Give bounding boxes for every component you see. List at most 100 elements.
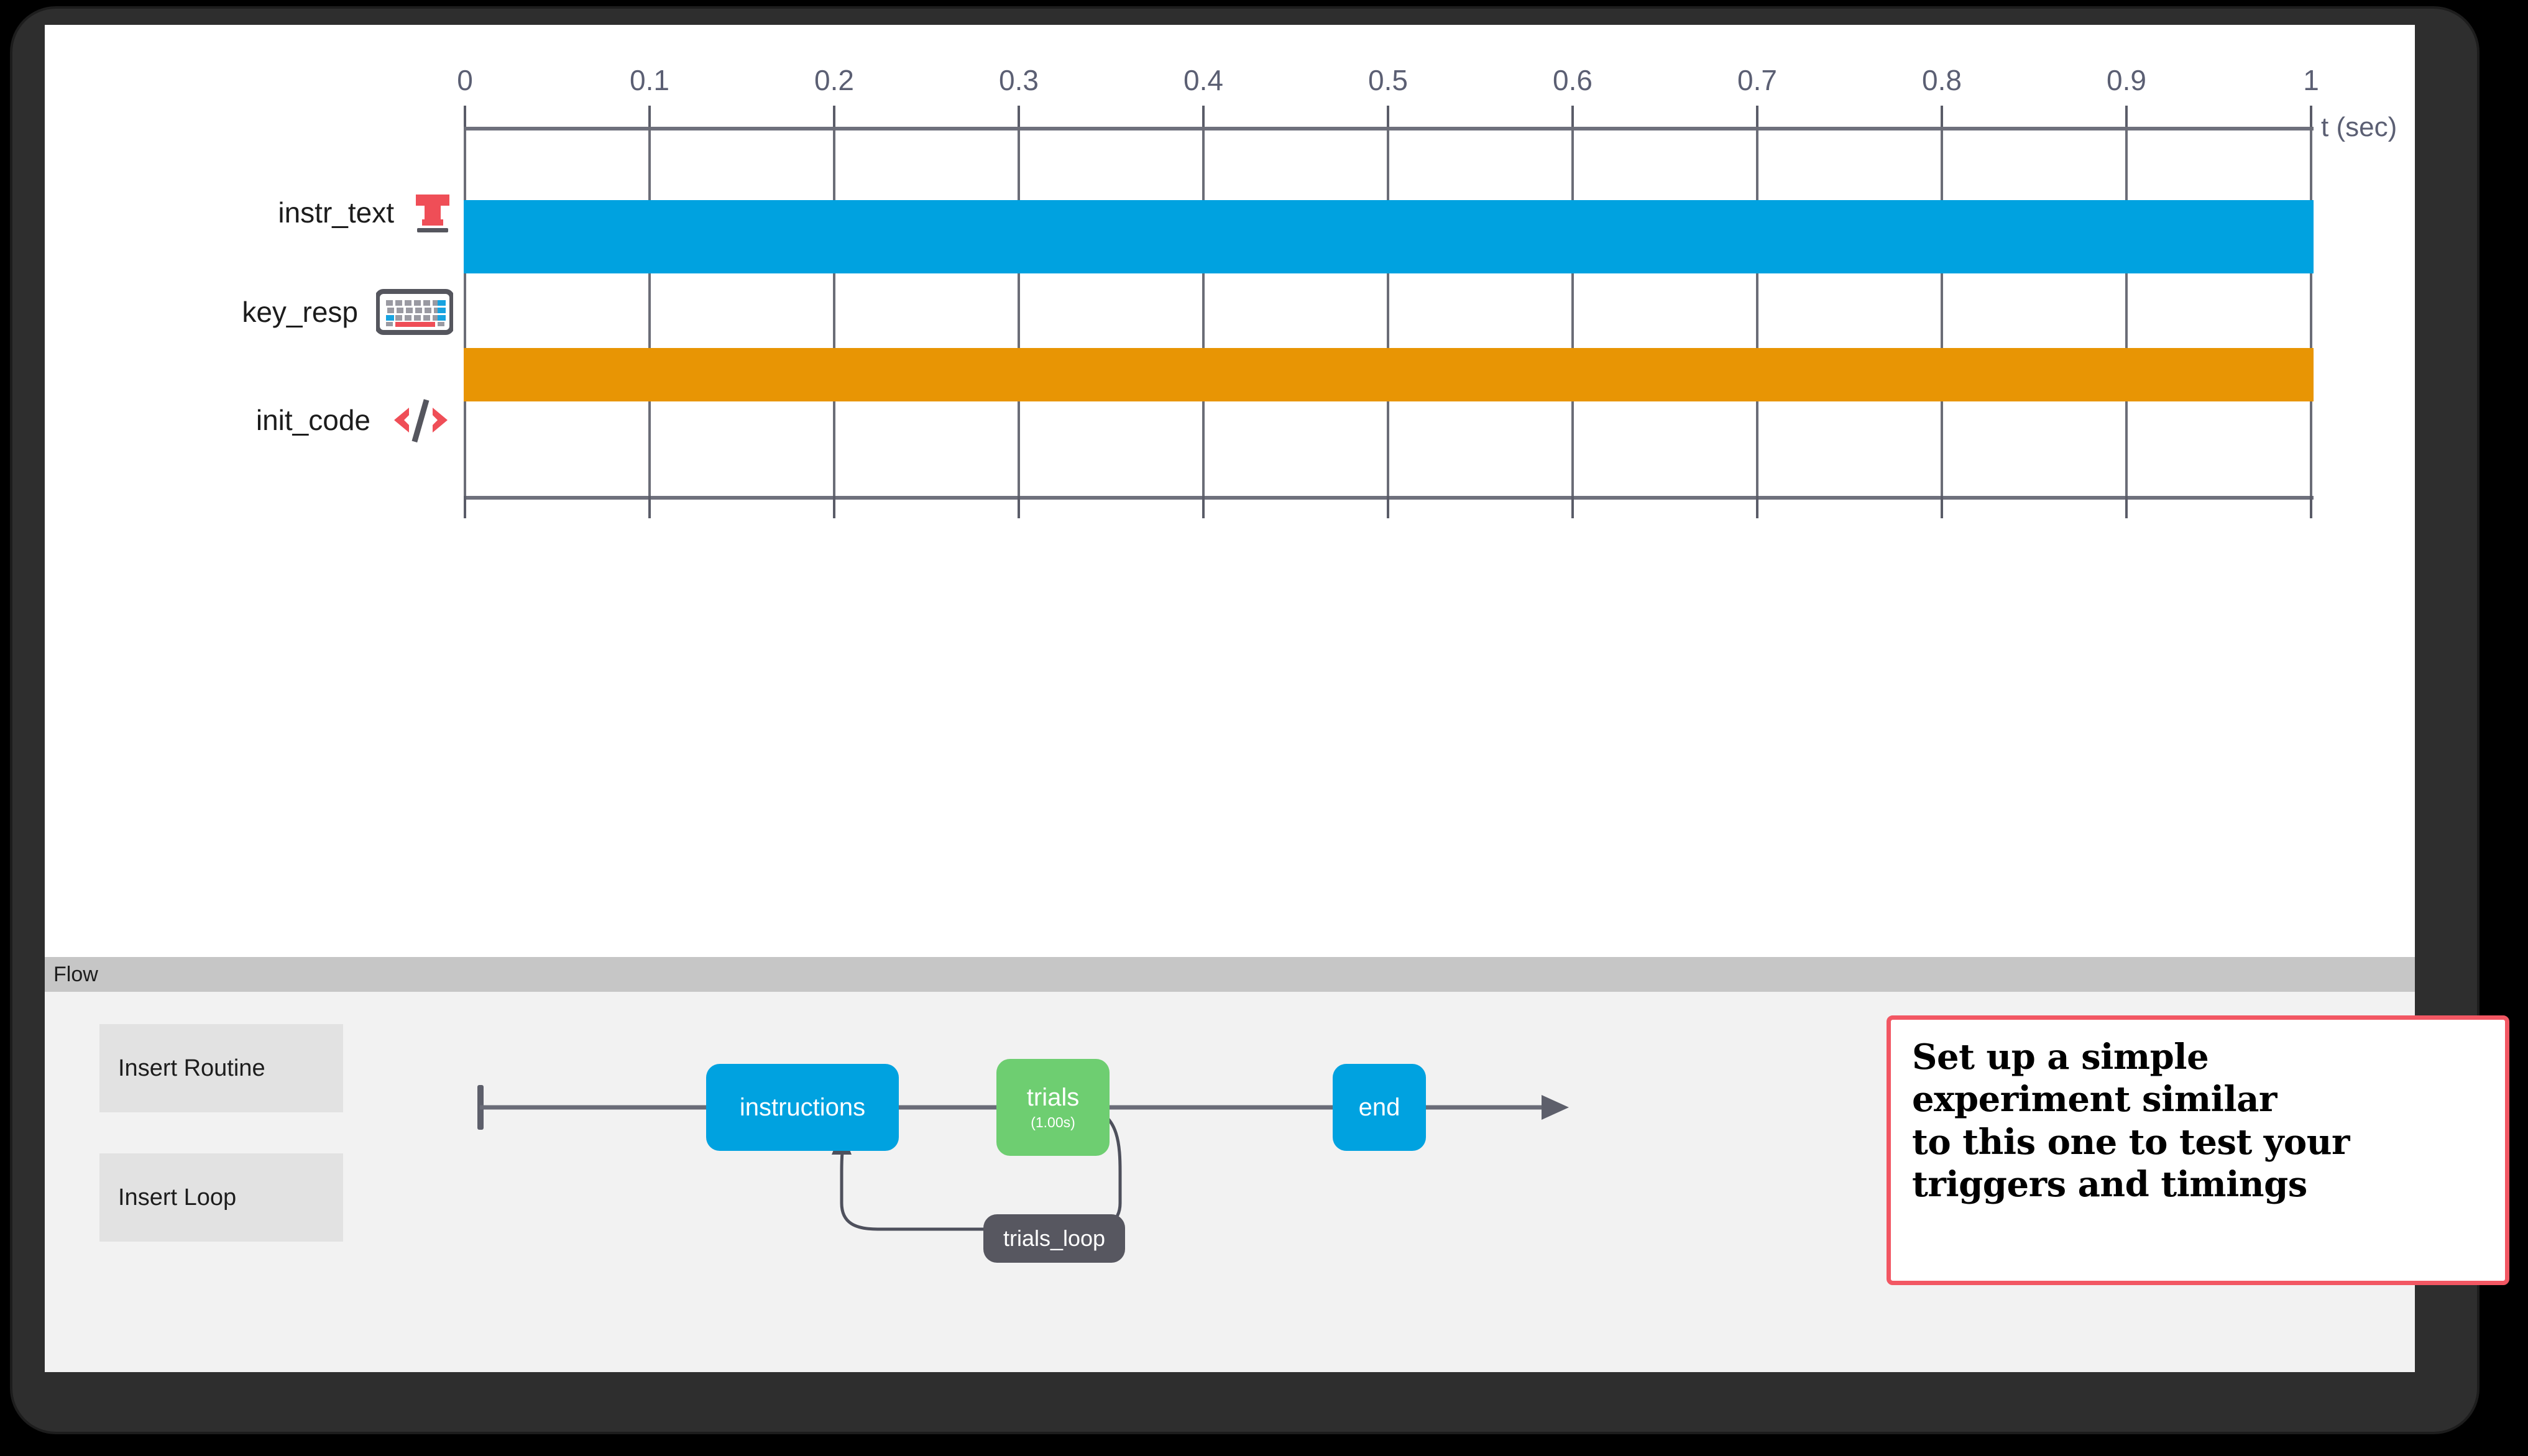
- flow-node-trials[interactable]: trials (1.00s): [996, 1059, 1110, 1156]
- axis-tick-mark: [464, 106, 466, 128]
- code-icon[interactable]: [387, 398, 455, 442]
- insert-routine-label: Insert Routine: [118, 1055, 265, 1081]
- axis-unit-label: t (sec): [2321, 112, 2397, 142]
- annotation-line-2: experiment similar: [1912, 1079, 2277, 1120]
- grid-line: [1756, 273, 1758, 348]
- axis-tick-mark: [2310, 106, 2312, 128]
- insert-routine-button[interactable]: Insert Routine: [99, 1024, 343, 1112]
- axis-tick-label-7: 0.7: [1737, 64, 1777, 96]
- grid-line: [1387, 273, 1389, 348]
- axis-tick-mark-bottom: [1202, 496, 1205, 518]
- axis-tick-label-10: 1: [2303, 64, 2319, 96]
- grid-line: [1387, 127, 1389, 200]
- flow-loop-badge[interactable]: trials_loop: [983, 1214, 1125, 1263]
- insert-loop-label: Insert Loop: [118, 1184, 237, 1211]
- grid-line: [1756, 401, 1758, 496]
- grid-line: [1018, 127, 1020, 200]
- flow-node-label: instructions: [739, 1094, 866, 1121]
- component-label: instr_text: [278, 196, 394, 229]
- axis-tick-label-9: 0.9: [2107, 64, 2146, 96]
- axis-tick-label-6: 0.6: [1553, 64, 1593, 96]
- flow-panel-header: Flow: [45, 957, 2415, 992]
- axis-tick-label-4: 0.4: [1184, 64, 1223, 96]
- axis-tick-label-3: 0.3: [999, 64, 1039, 96]
- axis-tick-mark: [648, 106, 651, 128]
- axis-tick-mark-bottom: [833, 496, 835, 518]
- grid-line: [2310, 127, 2312, 200]
- axis-tick-mark: [1018, 106, 1020, 128]
- insert-loop-button[interactable]: Insert Loop: [99, 1153, 343, 1242]
- component-row-init-code[interactable]: init_code: [138, 393, 455, 447]
- flow-loop-label: trials_loop: [1003, 1225, 1106, 1251]
- axis-tick-mark-bottom: [2310, 496, 2312, 518]
- grid-line: [1202, 127, 1205, 200]
- flow-node-label: end: [1358, 1094, 1400, 1121]
- grid-line: [2310, 401, 2312, 496]
- grid-line: [1571, 273, 1574, 348]
- grid-line: [833, 127, 835, 200]
- routine-timeline-panel: 0 0.1 0.2 0.3 0.4 0.5 0.6 0.7 0.8 0.9 1: [45, 25, 2415, 957]
- grid-line: [1571, 127, 1574, 200]
- axis-tick-mark: [1202, 106, 1205, 128]
- keyboard-icon[interactable]: [374, 289, 455, 335]
- axis-tick-mark: [1571, 106, 1574, 128]
- axis-tick-mark-bottom: [1571, 496, 1574, 518]
- annotation-line-4: triggers and timings: [1912, 1163, 2307, 1205]
- component-label: init_code: [255, 404, 370, 436]
- axis-tick-mark: [1941, 106, 1943, 128]
- grid-line: [1202, 401, 1205, 496]
- flow-end-arrow: [1542, 1095, 1569, 1120]
- grid-line: [833, 401, 835, 496]
- grid-line: [1941, 127, 1943, 200]
- flow-node-end[interactable]: end: [1333, 1064, 1426, 1151]
- grid-line: [2125, 401, 2128, 496]
- grid-line: [1018, 401, 1020, 496]
- axis-tick-label-2: 0.2: [814, 64, 854, 96]
- axis-tick-mark-bottom: [464, 496, 466, 518]
- axis-tick-mark-bottom: [1018, 496, 1020, 518]
- axis-tick-mark: [1387, 106, 1389, 128]
- grid-line: [464, 127, 466, 200]
- screenshot-root: 0 0.1 0.2 0.3 0.4 0.5 0.6 0.7 0.8 0.9 1: [0, 0, 2528, 1456]
- grid-line: [833, 273, 835, 348]
- axis-tick-mark-bottom: [2125, 496, 2128, 518]
- axis-tick-mark: [833, 106, 835, 128]
- grid-line: [1941, 273, 1943, 348]
- grid-line: [2125, 273, 2128, 348]
- component-bar-key-resp[interactable]: [464, 348, 2314, 401]
- grid-line: [2125, 127, 2128, 200]
- axis-tick-label-1: 0.1: [630, 64, 669, 96]
- flow-diagram[interactable]: [443, 992, 1655, 1372]
- annotation-line-3: to this one to test your: [1912, 1121, 2350, 1163]
- text-component-icon[interactable]: [410, 190, 455, 235]
- axis-tick-mark: [2125, 106, 2128, 128]
- axis-tick-mark: [1756, 106, 1758, 128]
- annotation-line-1: Set up a simple: [1912, 1037, 2209, 1078]
- grid-line: [1756, 127, 1758, 200]
- grid-line: [1387, 401, 1389, 496]
- grid-line: [1941, 401, 1943, 496]
- grid-line: [1202, 273, 1205, 348]
- grid-line: [1018, 273, 1020, 348]
- grid-line: [464, 273, 466, 348]
- axis-tick-label-0: 0: [457, 64, 473, 96]
- axis-tick-mark-bottom: [1387, 496, 1389, 518]
- grid-line: [464, 401, 466, 496]
- grid-line: [648, 127, 651, 200]
- grid-line: [2310, 273, 2312, 348]
- component-row-instr-text[interactable]: instr_text: [138, 185, 455, 240]
- flow-title: Flow: [53, 962, 98, 986]
- axis-tick-mark-bottom: [1756, 496, 1758, 518]
- grid-line: [648, 273, 651, 348]
- flow-node-instructions[interactable]: instructions: [706, 1064, 899, 1151]
- grid-line: [648, 401, 651, 496]
- grid-line: [1571, 401, 1574, 496]
- component-row-key-resp[interactable]: key_resp: [138, 285, 455, 339]
- axis-tick-label-8: 0.8: [1922, 64, 1962, 96]
- axis-tick-label-5: 0.5: [1368, 64, 1408, 96]
- flow-node-label: trials: [1026, 1083, 1080, 1111]
- flow-node-duration: (1.00s): [1031, 1114, 1075, 1130]
- component-label: key_resp: [242, 296, 358, 328]
- annotation-callout: Set up a simple experiment similar to th…: [1887, 1015, 2509, 1285]
- component-bar-instr-text[interactable]: [464, 200, 2314, 273]
